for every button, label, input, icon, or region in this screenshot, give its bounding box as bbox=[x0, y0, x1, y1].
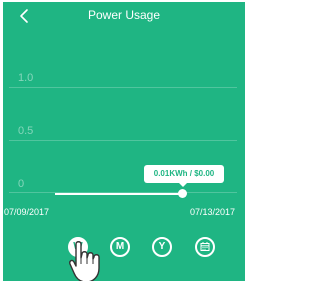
series-line bbox=[55, 193, 183, 195]
header-bar: Power Usage bbox=[3, 2, 245, 28]
value-tooltip: 0.01KWh / $0.00 bbox=[144, 165, 224, 187]
power-usage-screen: Power Usage 1.0 0.5 0 0.01KWh / $0.00 07… bbox=[3, 2, 245, 281]
y-tick-label: 0.5 bbox=[18, 125, 34, 137]
data-point[interactable] bbox=[178, 189, 187, 198]
calendar-button[interactable] bbox=[195, 237, 215, 257]
page-title: Power Usage bbox=[87, 8, 161, 22]
y-tick-label: 1.0 bbox=[18, 72, 34, 84]
x-tick-label: 07/13/2017 bbox=[190, 207, 236, 217]
year-button[interactable]: Y bbox=[152, 237, 172, 257]
gridline bbox=[9, 87, 237, 88]
y-tick-label: 0 bbox=[18, 178, 25, 190]
gridline bbox=[9, 140, 237, 141]
calendar-icon bbox=[200, 242, 210, 251]
pointing-hand-icon bbox=[69, 241, 100, 281]
x-tick-label: 07/09/2017 bbox=[4, 207, 50, 217]
